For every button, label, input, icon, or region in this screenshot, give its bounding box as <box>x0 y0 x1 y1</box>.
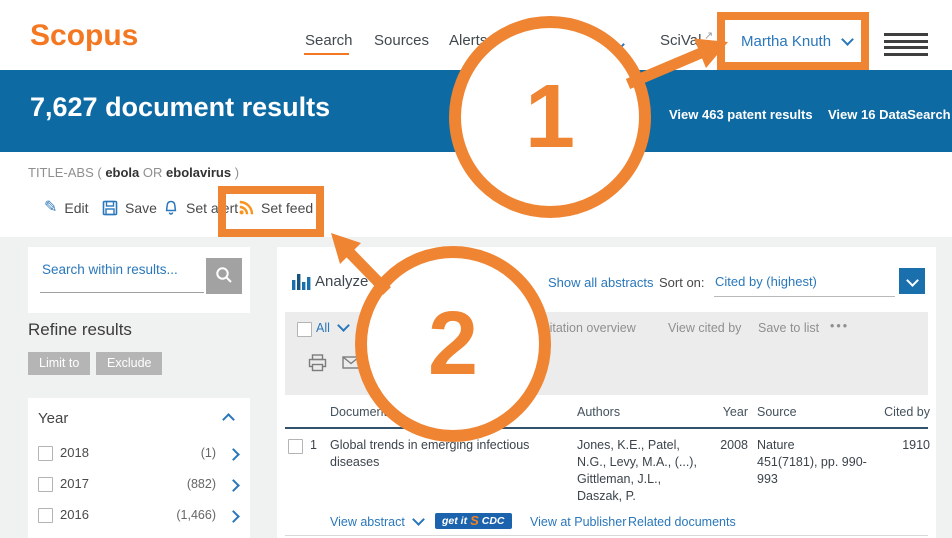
col-year[interactable]: Year <box>712 405 748 419</box>
getit-cdc-button[interactable]: get it S CDC <box>435 513 512 529</box>
annotation-box-user-menu <box>717 12 869 70</box>
year-count: (1,466) <box>176 508 216 522</box>
year-row-2016[interactable]: 2016 (1,466) <box>28 507 250 527</box>
col-source[interactable]: Source <box>757 405 797 419</box>
sort-dropdown-button[interactable] <box>899 268 925 294</box>
query-field: TITLE-ABS ( <box>28 165 102 180</box>
annotation-box-set-feed <box>218 186 324 237</box>
annotation-circle-2: 2 <box>355 246 551 442</box>
getit-prefix: get it <box>442 515 468 527</box>
annotation-step-1-number: 1 <box>524 66 576 167</box>
search-icon <box>216 267 232 283</box>
scopus-results-page: Scopus Search Sources Alerts SciVal ↗ Ma… <box>0 0 952 538</box>
view-at-publisher-link[interactable]: View at Publisher <box>530 515 626 529</box>
sort-value[interactable]: Cited by (highest) <box>715 274 817 289</box>
results-count-title: 7,627 document results <box>30 92 331 122</box>
row-year: 2008 <box>720 438 748 452</box>
exclude-button[interactable]: Exclude <box>96 352 163 375</box>
active-tab-underline <box>304 53 349 55</box>
search-within-input[interactable] <box>40 261 206 278</box>
row-cited-count[interactable]: 1910 <box>862 437 930 454</box>
query-term-1: ebola <box>105 165 140 180</box>
search-within-card <box>28 247 250 313</box>
show-all-abstracts-link[interactable]: Show all abstracts <box>548 275 654 290</box>
all-label: All <box>316 321 330 335</box>
nav-scival[interactable]: SciVal <box>660 32 701 49</box>
document-title-link[interactable]: Global trends in emerging infectious dis… <box>330 437 568 471</box>
year-label: 2016 <box>60 507 89 522</box>
year-count: (882) <box>186 477 216 491</box>
year-row-2017[interactable]: 2017 (882) <box>28 476 250 496</box>
print-icon[interactable] <box>308 354 327 372</box>
year-checkbox[interactable] <box>38 508 53 523</box>
chevron-right-icon[interactable] <box>227 510 240 523</box>
sfx-logo-icon: S <box>470 513 479 528</box>
floppy-disk-icon <box>102 200 118 216</box>
pencil-icon: ✎ <box>44 199 58 216</box>
view-cited-by-button[interactable]: View cited by <box>668 321 741 335</box>
bell-icon <box>165 200 177 215</box>
year-label: 2017 <box>60 476 89 491</box>
save-to-list-button[interactable]: Save to list <box>758 321 819 335</box>
save-label: Save <box>125 200 157 216</box>
annotation-step-2-number: 2 <box>427 293 479 394</box>
sort-on-label: Sort on: <box>659 275 705 290</box>
datasearch-link[interactable]: View 16 DataSearch <box>828 107 951 122</box>
external-link-icon: ↗ <box>704 30 714 42</box>
source-detail: 451(7181), pp. 990-993 <box>757 455 867 486</box>
query-operator: OR <box>142 165 163 180</box>
bar-chart-icon <box>292 274 311 290</box>
chevron-down-icon <box>412 513 426 526</box>
row-authors[interactable]: Jones, K.E., Patel, N.G., Levy, M.A., (.… <box>577 437 709 505</box>
year-row-2018[interactable]: 2018 (1) <box>28 445 250 465</box>
header-divider <box>285 427 928 429</box>
year-checkbox[interactable] <box>38 446 53 461</box>
year-label: 2018 <box>60 445 89 460</box>
query-term-2: ebolavirus <box>166 165 232 180</box>
year-count: (1) <box>200 446 216 460</box>
col-authors[interactable]: Authors <box>577 405 620 419</box>
view-abstract-link[interactable]: View abstract <box>330 513 426 529</box>
more-options-button[interactable]: ••• <box>830 319 849 333</box>
chevron-right-icon[interactable] <box>227 479 240 492</box>
edit-label: Edit <box>64 200 89 216</box>
select-all-checkbox[interactable] <box>297 322 312 337</box>
input-underline <box>40 292 204 293</box>
source-name: Nature <box>757 438 795 452</box>
year-facet-card: Year 2018 (1) 2017 (882) 2016 (1,466) <box>28 398 250 538</box>
nav-sources[interactable]: Sources <box>374 32 429 49</box>
chevron-right-icon[interactable] <box>227 448 240 461</box>
collapse-facet-icon[interactable] <box>222 413 235 426</box>
hamburger-menu-icon[interactable] <box>884 33 928 59</box>
row-divider <box>285 535 928 536</box>
year-checkbox[interactable] <box>38 477 53 492</box>
edit-button[interactable]: ✎ Edit <box>44 199 89 217</box>
view-abstract-label: View abstract <box>330 515 405 529</box>
row-index: 1 <box>310 438 317 452</box>
query-close: ) <box>234 165 240 180</box>
search-query: TITLE-ABS ( ebola OR ebolavirus ) <box>28 165 239 180</box>
scopus-logo[interactable]: Scopus <box>30 19 138 53</box>
save-button[interactable]: Save <box>102 200 157 216</box>
refine-results-title: Refine results <box>28 320 132 339</box>
col-cited-by[interactable]: Cited by <box>862 405 930 419</box>
getit-suffix: CDC <box>481 515 505 527</box>
related-documents-link[interactable]: Related documents <box>628 515 736 529</box>
patent-results-link[interactable]: View 463 patent results <box>669 107 813 122</box>
chevron-down-icon <box>906 274 919 287</box>
row-checkbox[interactable] <box>288 439 303 454</box>
annotation-circle-1: 1 <box>449 16 651 218</box>
select-all-dropdown[interactable]: All <box>316 319 351 335</box>
limit-to-button[interactable]: Limit to <box>28 352 91 375</box>
nav-search[interactable]: Search <box>305 32 353 49</box>
search-within-button[interactable] <box>206 258 242 294</box>
year-facet-title: Year <box>38 410 69 427</box>
row-source[interactable]: Nature 451(7181), pp. 990-993 <box>757 437 869 488</box>
chevron-down-icon <box>337 319 351 332</box>
sort-underline <box>714 296 895 297</box>
